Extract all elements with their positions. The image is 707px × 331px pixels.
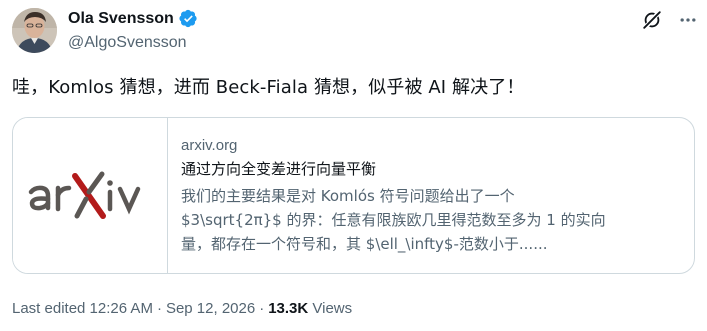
avatar[interactable] [12,8,57,53]
arxiv-logo [28,171,140,219]
card-domain: arxiv.org [181,137,238,154]
tweet-date[interactable]: Sep 12, 2026 [166,300,255,317]
tweet-text: 哇，Komlos 猜想，进而 Beck-Fiala 猜想，似乎被 AI 解决了！ [12,77,525,98]
edited-timestamp[interactable]: Last edited 12:26 AM [12,300,153,317]
more-options-icon[interactable] [676,8,700,32]
separator-dot: · [259,300,265,317]
views-label: Views [312,300,353,317]
views-count[interactable]: 13.3K [268,300,308,317]
link-card[interactable]: arxiv.org 通过方向全变差进行向量平衡 我们的主要结果是对 Komlós… [12,117,695,274]
author-handle[interactable]: @AlgoSvensson [68,34,187,52]
ellipsis-icon [680,18,696,22]
card-description-line: 量，都存在一个符号和，其 $\ell_\infty$-范数小于...... [181,235,548,253]
verified-badge-icon [179,9,197,28]
author-name-row[interactable]: Ola Svensson [68,9,198,28]
card-body[interactable]: arxiv.org 通过方向全变差进行向量平衡 我们的主要结果是对 Komlós… [168,118,694,273]
separator-dot: · [156,300,162,317]
grok-icon-glyph [642,10,662,30]
tweet-meta: Last edited 12:26 AM · Sep 12, 2026 · 13.3K … [12,300,352,317]
author-display-name[interactable]: Ola Svensson [68,10,174,28]
tweet: Ola Svensson @AlgoSvensson 哇，Komlos 猜想，进… [0,0,707,331]
card-description-line: 我们的主要结果是对 Komlós 符号问题给出了一个 [181,187,515,205]
card-thumbnail[interactable] [13,118,168,273]
card-description-line: $3\sqrt{2π}$ 的界：任意有限族欧几里得范数至多为 1 的实向 [181,211,606,229]
avatar-image [12,8,57,53]
grok-icon[interactable] [640,8,664,32]
card-description: 我们的主要结果是对 Komlós 符号问题给出了一个 $3\sqrt{2π}$ … [181,184,694,256]
card-title: 通过方向全变差进行向量平衡 [181,160,377,178]
